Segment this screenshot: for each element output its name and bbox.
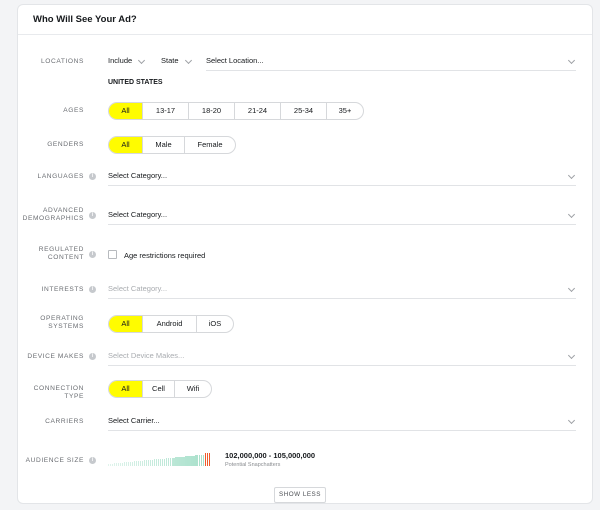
regulated-content-label: REGULATED CONTENT <box>18 246 84 262</box>
chevron-down-icon <box>138 56 146 65</box>
languages-select[interactable]: Select Category... <box>108 168 576 186</box>
audience-meter-bar <box>209 453 211 466</box>
include-select-value: Include <box>108 56 133 65</box>
connection-option-all[interactable]: All <box>109 381 143 397</box>
advanced-demographics-label-line1: ADVANCED <box>43 207 84 214</box>
regulated-content-label-line1: REGULATED <box>38 246 84 253</box>
audience-size-range: 102,000,000 - 105,000,000 <box>225 451 316 460</box>
info-icon[interactable]: i <box>89 212 96 219</box>
selected-country: UNITED STATES <box>108 79 163 86</box>
age-option-25-34[interactable]: 25-34 <box>281 103 327 119</box>
gender-option-female[interactable]: Female <box>185 137 235 153</box>
audience-card: Who Will See Your Ad? LOCATIONS Include … <box>17 4 593 504</box>
location-type-select[interactable]: State <box>161 53 192 71</box>
carriers-label: CARRIERS <box>45 418 84 425</box>
gender-option-male[interactable]: Male <box>143 137 185 153</box>
gender-option-all[interactable]: All <box>109 137 143 153</box>
age-restrictions-checkbox[interactable] <box>108 250 117 259</box>
os-option-android[interactable]: Android <box>143 316 197 332</box>
chevron-down-icon <box>567 210 576 219</box>
age-option-21-24[interactable]: 21-24 <box>235 103 281 119</box>
age-option-13-17[interactable]: 13-17 <box>143 103 189 119</box>
card-title: Who Will See Your Ad? <box>18 5 592 35</box>
advanced-demographics-select[interactable]: Select Category... <box>108 207 576 225</box>
connection-option-wifi[interactable]: Wifi <box>175 381 211 397</box>
audience-size-subtext: Potential Snapchatters <box>225 462 281 468</box>
chevron-down-icon <box>567 171 576 180</box>
chevron-down-icon <box>567 284 576 293</box>
age-option-18-20[interactable]: 18-20 <box>189 103 235 119</box>
os-option-ios[interactable]: iOS <box>197 316 233 332</box>
device-makes-label: DEVICE MAKES <box>27 353 84 360</box>
os-option-all[interactable]: All <box>109 316 143 332</box>
include-select[interactable]: Include <box>108 53 146 71</box>
languages-value: Select Category... <box>108 171 168 180</box>
location-type-value: State <box>161 56 179 65</box>
locations-label: LOCATIONS <box>40 58 84 65</box>
chevron-down-icon <box>184 56 192 65</box>
device-makes-placeholder: Select Device Makes... <box>108 351 185 360</box>
location-search-select[interactable]: Select Location... <box>206 53 576 71</box>
interests-select[interactable]: Select Category... <box>108 281 576 299</box>
connection-option-cell[interactable]: Cell <box>143 381 175 397</box>
carriers-select[interactable]: Select Carrier... <box>108 413 576 431</box>
audience-size-label: AUDIENCE SIZE <box>25 457 84 464</box>
age-restrictions-label: Age restrictions required <box>124 251 206 260</box>
operating-systems-toggle-group: All Android iOS <box>108 315 234 333</box>
advanced-demographics-label: ADVANCED DEMOGRAPHICS <box>18 207 84 223</box>
advanced-demographics-label-line2: DEMOGRAPHICS <box>22 215 84 222</box>
info-icon[interactable]: i <box>89 173 96 180</box>
regulated-content-label-line2: CONTENT <box>47 254 84 261</box>
carriers-value: Select Carrier... <box>108 416 160 425</box>
age-option-35-plus[interactable]: 35+ <box>327 103 363 119</box>
ages-label: AGES <box>63 107 84 114</box>
info-icon[interactable]: i <box>89 286 96 293</box>
info-icon[interactable]: i <box>89 353 96 360</box>
interests-label: INTERESTS <box>41 286 84 293</box>
advanced-demographics-value: Select Category... <box>108 210 168 219</box>
interests-placeholder: Select Category... <box>108 284 168 293</box>
genders-toggle-group: All Male Female <box>108 136 236 154</box>
info-icon[interactable]: i <box>89 457 96 464</box>
connection-type-toggle-group: All Cell Wifi <box>108 380 212 398</box>
connection-type-label: CONNECTION TYPE <box>33 385 84 400</box>
chevron-down-icon <box>567 56 576 65</box>
location-placeholder: Select Location... <box>206 56 264 65</box>
audience-size-meter <box>108 452 211 466</box>
operating-systems-label-line2: SYSTEMS <box>48 323 84 330</box>
age-option-all[interactable]: All <box>109 103 143 119</box>
chevron-down-icon <box>567 416 576 425</box>
operating-systems-label-line1: OPERATING <box>40 315 84 322</box>
chevron-down-icon <box>567 351 576 360</box>
device-makes-select[interactable]: Select Device Makes... <box>108 348 576 366</box>
operating-systems-label: OPERATING SYSTEMS <box>18 315 84 331</box>
show-less-button[interactable]: SHOW LESS <box>274 487 326 503</box>
languages-label: LANGUAGES <box>37 173 84 180</box>
info-icon[interactable]: i <box>89 251 96 258</box>
audience-meter-bar <box>203 455 205 466</box>
genders-label: GENDERS <box>47 141 84 148</box>
ages-toggle-group: All 13-17 18-20 21-24 25-34 35+ <box>108 102 364 120</box>
